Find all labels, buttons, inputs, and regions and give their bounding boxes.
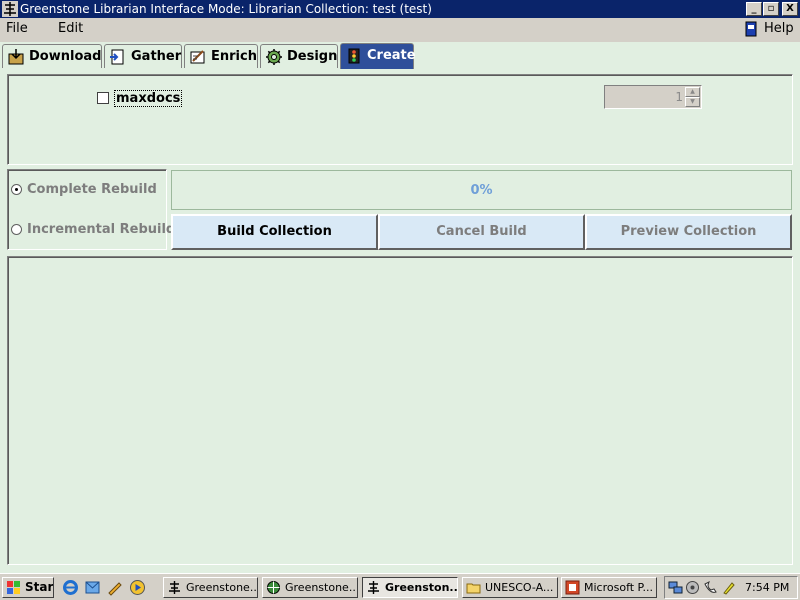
windows-logo-icon xyxy=(7,581,20,594)
build-collection-button[interactable]: Build Collection xyxy=(171,214,378,250)
build-log-area[interactable] xyxy=(7,256,793,565)
maxdocs-value: 1 xyxy=(675,90,683,104)
powerpoint-icon xyxy=(565,580,580,595)
internet-explorer-icon[interactable] xyxy=(62,579,79,596)
greenstone-app-icon xyxy=(2,1,18,17)
radio-selected-dot xyxy=(15,188,18,191)
minimize-button[interactable]: _ xyxy=(746,2,762,16)
tab-label: Create xyxy=(367,48,416,63)
design-icon xyxy=(266,49,282,65)
taskbar-item-powerpoint[interactable]: Microsoft P... xyxy=(561,577,657,598)
volume-icon[interactable] xyxy=(685,580,700,595)
menu-bar: File Edit Help xyxy=(0,18,800,42)
gather-icon xyxy=(110,49,124,65)
tab-create[interactable]: Create xyxy=(340,43,416,69)
edit-pencil-icon[interactable] xyxy=(106,579,123,596)
title-bar[interactable]: Greenstone Librarian Interface Mode: Lib… xyxy=(0,0,800,18)
taskbar-item-label: Greenstone... xyxy=(285,581,358,594)
tab-gather[interactable]: Gather xyxy=(104,44,182,68)
incremental-rebuild-radio[interactable] xyxy=(11,224,22,235)
download-icon xyxy=(8,49,24,65)
menu-file[interactable]: File xyxy=(6,21,28,36)
outlook-express-icon[interactable] xyxy=(84,579,101,596)
tab-design[interactable]: Design xyxy=(260,44,338,68)
build-progress-bar: 0% xyxy=(171,170,792,210)
taskbar-item-label: Greenstone... xyxy=(186,581,258,594)
tab-label: Download xyxy=(29,49,102,64)
help-book-icon xyxy=(745,21,757,37)
incremental-rebuild-label[interactable]: Incremental Rebuild xyxy=(27,222,175,237)
greenstone-icon xyxy=(368,581,379,594)
spinner-down-icon[interactable]: ▼ xyxy=(685,97,700,107)
menu-edit[interactable]: Edit xyxy=(58,21,83,36)
highlighter-icon[interactable] xyxy=(721,580,736,595)
spinner-up-icon[interactable]: ▲ xyxy=(685,87,700,97)
window-title: Greenstone Librarian Interface Mode: Lib… xyxy=(20,2,432,16)
restore-button[interactable]: ▫ xyxy=(763,2,779,16)
create-icon xyxy=(348,48,360,64)
cancel-build-button[interactable]: Cancel Build xyxy=(378,214,585,250)
start-button[interactable]: Start xyxy=(2,577,54,598)
maxdocs-label[interactable]: maxdocs xyxy=(114,90,183,107)
tab-label: Gather xyxy=(131,49,182,64)
tab-enrich[interactable]: Enrich xyxy=(184,44,258,68)
system-tray: 7:54 PM xyxy=(664,576,798,599)
taskbar: Start Greenstone... Greenstone... Greens… xyxy=(0,573,800,600)
taskbar-item-label: Greenston... xyxy=(385,581,458,594)
network-icon[interactable] xyxy=(668,580,683,595)
start-label: Start xyxy=(25,580,54,594)
complete-rebuild-label[interactable]: Complete Rebuild xyxy=(27,182,157,197)
media-player-icon[interactable] xyxy=(129,579,146,596)
taskbar-item-label: Microsoft P... xyxy=(584,581,653,594)
taskbar-item-unesco-folder[interactable]: UNESCO-A... xyxy=(462,577,558,598)
menu-help[interactable]: Help xyxy=(764,21,794,36)
progress-text: 0% xyxy=(470,183,493,198)
maxdocs-checkbox[interactable] xyxy=(97,92,109,104)
options-panel: maxdocs 1 ▲ ▼ xyxy=(7,74,793,165)
clock: 7:54 PM xyxy=(745,581,790,594)
enrich-icon xyxy=(190,50,205,64)
taskbar-item-label: UNESCO-A... xyxy=(485,581,554,594)
tab-bar: Download Gather Enrich Design Create xyxy=(0,42,800,69)
greenstone-icon xyxy=(169,581,180,594)
close-button[interactable]: X xyxy=(782,2,798,16)
taskbar-item-greenstone-active[interactable]: Greenston... xyxy=(362,577,458,598)
globe-icon xyxy=(267,581,280,594)
preview-collection-button[interactable]: Preview Collection xyxy=(585,214,792,250)
folder-icon xyxy=(466,583,481,594)
maxdocs-spinner[interactable]: 1 ▲ ▼ xyxy=(604,85,702,109)
rebuild-options-panel: Complete Rebuild Incremental Rebuild xyxy=(7,169,175,250)
tab-label: Design xyxy=(287,49,338,64)
tab-download[interactable]: Download xyxy=(2,44,102,68)
taskbar-item-greenstone-1[interactable]: Greenstone... xyxy=(163,577,258,598)
taskbar-item-greenstone-2[interactable]: Greenstone... xyxy=(262,577,358,598)
tab-label: Enrich xyxy=(211,49,257,64)
phone-icon[interactable] xyxy=(703,580,718,595)
complete-rebuild-radio[interactable] xyxy=(11,184,22,195)
